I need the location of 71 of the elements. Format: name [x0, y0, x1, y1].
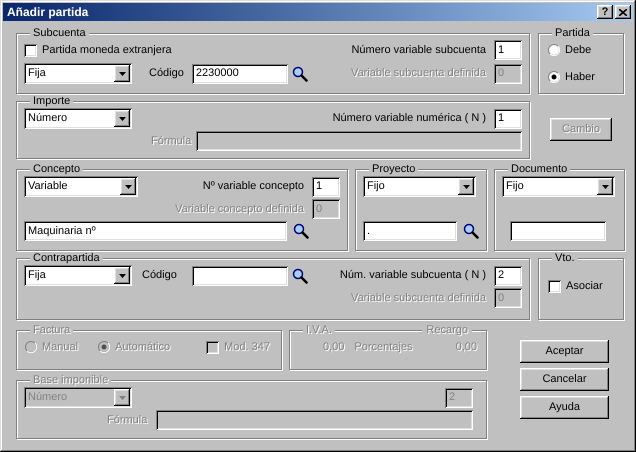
input-field[interactable]	[510, 221, 606, 241]
input-field[interactable]: 2	[494, 266, 522, 286]
field-label: 0,00	[456, 340, 477, 355]
close-icon	[619, 8, 627, 16]
dropdown-arrow-button[interactable]	[597, 178, 613, 195]
input-field[interactable]: .	[363, 221, 457, 241]
field-label: Nº variable concepto	[202, 179, 304, 194]
dropdown-arrow-button[interactable]	[114, 267, 130, 284]
caret-icon	[118, 72, 126, 76]
radio-label: Haber	[565, 70, 595, 84]
dialog-button[interactable]: Cancelar	[520, 368, 609, 391]
input-field[interactable]: Maquinaria nº	[24, 221, 287, 241]
dialog-button[interactable]: Aceptar	[520, 340, 609, 363]
checkbox[interactable]	[548, 280, 561, 293]
field-label: Variable subcuenta definida	[351, 66, 486, 82]
dropdown[interactable]: Fija	[24, 63, 132, 84]
checkbox-label: Mod. 347	[224, 340, 270, 355]
field-label: Fórmula	[151, 134, 192, 149]
checkbox-label: Partida moneda extranjera	[42, 42, 172, 58]
search-icon[interactable]	[293, 223, 309, 239]
group-label: Contrapartida	[30, 252, 103, 265]
field-label: Núm. variable subcuenta ( N )	[340, 268, 486, 284]
field-label: Código	[149, 66, 184, 82]
dropdown-arrow-button[interactable]	[114, 65, 130, 82]
search-icon[interactable]	[292, 268, 308, 284]
group-label: Concepto	[30, 163, 84, 176]
dropdown[interactable]: Fija	[24, 265, 132, 286]
field-label: 0,00	[323, 340, 344, 355]
checkbox[interactable]	[24, 44, 37, 56]
dropdown-arrow-button[interactable]	[458, 178, 474, 195]
input-field[interactable]: 1	[312, 176, 340, 196]
radio-label: Debe	[565, 43, 592, 58]
search-icon[interactable]	[292, 66, 308, 82]
search-icon[interactable]	[463, 223, 479, 239]
caret-icon	[118, 274, 126, 278]
caret-icon	[118, 116, 126, 120]
dropdown-arrow-button[interactable]	[114, 110, 130, 127]
field-label: Variable subcuenta definida	[351, 290, 486, 306]
dropdown[interactable]: Variable	[24, 176, 138, 197]
field-label: Número variable numérica ( N )	[332, 111, 486, 126]
caret-icon	[124, 184, 132, 188]
input-field[interactable]: 1	[494, 40, 522, 60]
input-field[interactable]	[192, 266, 288, 286]
dropdown[interactable]: Fijo	[502, 176, 615, 197]
radio-button[interactable]	[548, 70, 560, 83]
group-label: Base imponible	[30, 374, 112, 387]
field-label: Código	[142, 268, 177, 284]
input-field[interactable]: 2230000	[192, 64, 288, 84]
caret-icon	[462, 184, 470, 188]
radio-button[interactable]	[548, 44, 560, 56]
input-field[interactable]	[156, 410, 473, 430]
dialog-button[interactable]: Ayuda	[520, 396, 609, 419]
group-label: Importe	[30, 95, 74, 108]
radio-label: Automático	[115, 340, 170, 355]
caret-icon	[602, 184, 608, 188]
dropdown[interactable]: Fijo	[363, 176, 476, 197]
window-title: Añadir partida	[7, 4, 90, 21]
help-button[interactable]: ?	[597, 5, 613, 19]
group-label: Proyecto	[369, 163, 418, 176]
group-label: Recargo	[422, 324, 472, 337]
dropdown[interactable]: Número	[24, 108, 132, 129]
field-label: Número variable subcuenta	[351, 42, 486, 58]
radio-label: Manual	[42, 340, 78, 355]
field-label: Fórmula	[107, 412, 148, 428]
field-label: Porcentajes	[354, 340, 413, 355]
field-label: Variable concepto definida	[175, 202, 304, 217]
close-button[interactable]	[615, 5, 631, 19]
checkbox-label: Asociar	[566, 279, 603, 294]
caret-icon	[118, 396, 126, 400]
dropdown-arrow-button[interactable]	[120, 178, 136, 195]
input-field[interactable]: 1	[494, 108, 522, 128]
